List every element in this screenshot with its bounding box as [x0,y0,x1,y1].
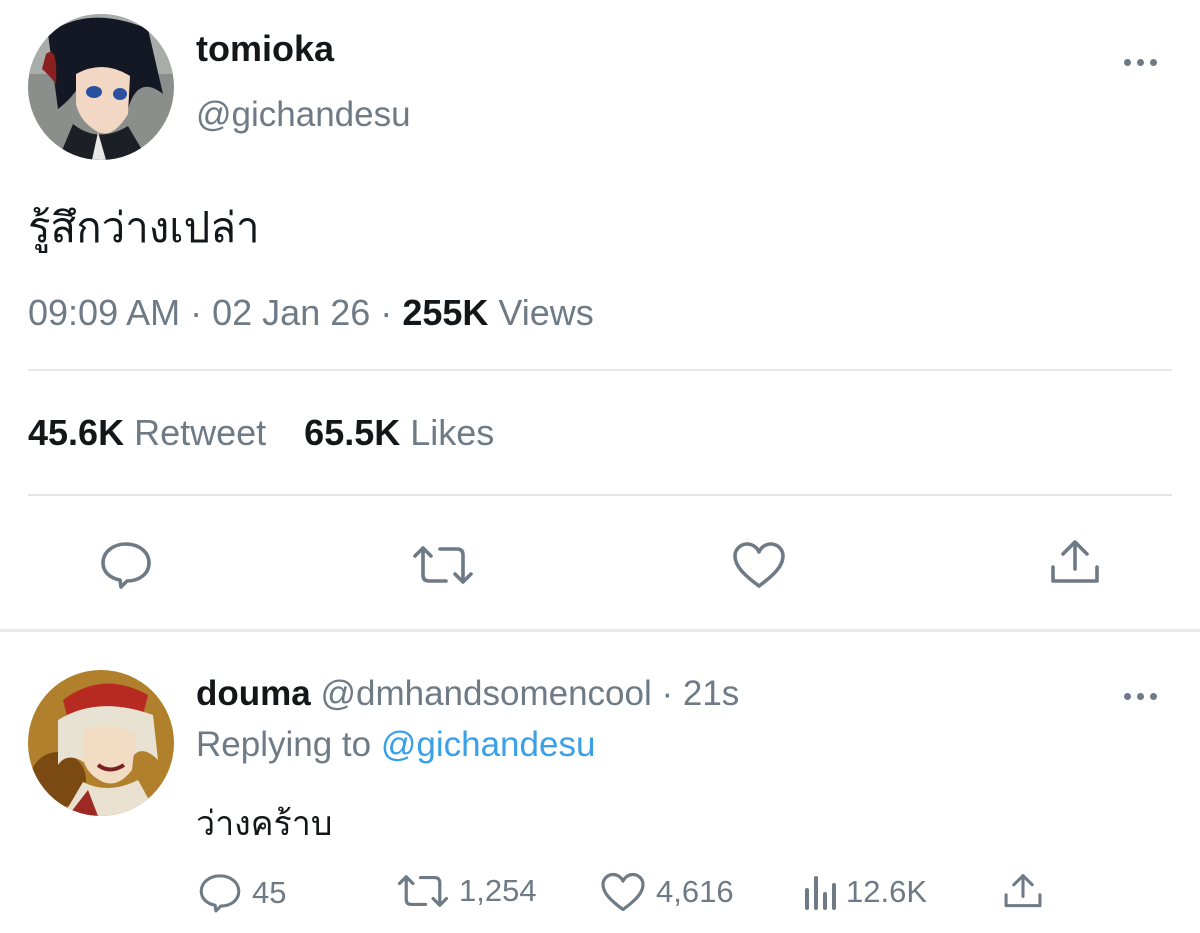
likes-label: Likes [410,412,495,453]
reply-display-name[interactable]: douma [196,674,311,713]
replying-to-prefix: Replying to [196,725,372,764]
likes-count: 65.5K [304,412,401,453]
author-avatar[interactable] [28,14,174,160]
more-horizontal-icon[interactable] [1124,59,1157,66]
engagement-stats: 45.6K Retweet 65.5K Likes [28,412,494,454]
reply-handle[interactable]: @dmhandsomencool [320,674,651,713]
reply-text: ว่างคร้าบ [196,804,333,844]
replying-to: Replying to @gichandesu [196,725,595,765]
retweet-action[interactable]: 1,254 [397,872,537,910]
reply-bubble-icon [199,874,241,913]
heart-icon [601,872,645,912]
views-count: 255K [402,292,489,333]
replying-to-handle-link[interactable]: @gichandesu [381,725,596,764]
divider [28,369,1172,371]
author-display-name[interactable]: tomioka [196,28,334,70]
reply-bubble-icon[interactable] [99,540,153,590]
tweet-meta: 09:09 AM · 02 Jan 26 · 255K Views [28,292,594,334]
avatar-image [28,14,174,160]
reply-author-avatar[interactable] [28,670,174,816]
share-icon[interactable] [1049,539,1101,585]
retweets-count: 45.6K [28,412,125,453]
views-action[interactable]: 12.6K [802,872,927,912]
avatar-image [28,670,174,816]
like-action[interactable]: 4,616 [600,872,734,912]
tweet-time: 09:09 AM [28,292,181,333]
reply-timestamp[interactable]: 21s [683,674,739,713]
reply-header: douma @dmhandsomencool · 21s [196,674,739,714]
views-label: Views [498,292,594,333]
heart-icon[interactable] [732,541,786,589]
section-divider [0,629,1200,632]
meta-separator: · [190,292,203,333]
reply-count: 45 [252,875,287,910]
reply-action[interactable]: 45 [198,872,286,914]
retweets-stat[interactable]: 45.6K Retweet [28,412,266,453]
analytics-icon [805,876,836,910]
views-count: 12.6K [846,874,928,909]
more-horizontal-icon[interactable] [1124,693,1157,700]
header-separator: · [661,674,674,713]
likes-stat[interactable]: 65.5K Likes [304,412,494,453]
retweet-icon[interactable] [412,543,474,587]
like-count: 4,616 [656,874,734,909]
divider [28,494,1172,496]
retweet-icon [397,875,449,907]
tweet-date[interactable]: 02 Jan 26 [212,292,370,333]
tweet-text: รู้สึกว่างเปล่า [28,203,260,252]
meta-separator: · [380,292,393,333]
share-action[interactable] [1003,872,1043,910]
author-handle[interactable]: @gichandesu [196,95,411,135]
retweet-count: 1,254 [459,873,537,908]
share-icon [1004,874,1042,908]
retweets-label: Retweet [134,412,267,453]
